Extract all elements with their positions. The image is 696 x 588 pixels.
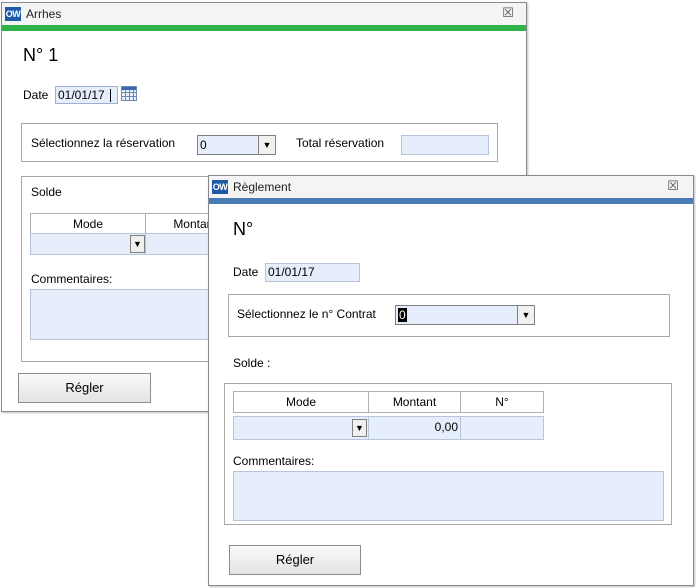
contract-value: 0 (398, 308, 407, 322)
comments-label: Commentaires: (233, 454, 315, 468)
comments-textarea[interactable] (30, 289, 230, 340)
text-caret (110, 89, 111, 102)
column-header-no: N° (460, 391, 544, 413)
chevron-down-icon[interactable]: ▼ (352, 419, 367, 437)
chevron-down-icon[interactable]: ▼ (517, 306, 534, 324)
app-logo-icon: OW (212, 180, 228, 194)
arrhes-titlebar[interactable]: OW Arrhes ☒ (2, 3, 526, 25)
reservation-dropdown[interactable]: 0 ▼ (197, 135, 276, 155)
column-header-montant: Montant (368, 391, 461, 413)
title-accent-bar (209, 198, 693, 204)
solde-label: Solde : (233, 356, 271, 370)
regler-button[interactable]: Régler (18, 373, 151, 403)
comments-label: Commentaires: (31, 272, 113, 286)
close-icon[interactable]: ☒ (500, 5, 516, 21)
total-reservation-field[interactable] (401, 135, 489, 155)
title-accent-bar (2, 25, 526, 31)
select-reservation-label: Sélectionnez la réservation (31, 136, 176, 150)
number-cell[interactable] (460, 416, 544, 440)
date-value: 01/01/17 (58, 88, 105, 102)
record-number: N° 1 (23, 45, 59, 65)
chevron-down-icon[interactable]: ▼ (130, 235, 145, 253)
date-label: Date (23, 88, 49, 102)
close-icon[interactable]: ☒ (665, 178, 681, 194)
column-header-mode: Mode (30, 213, 146, 234)
regler-button[interactable]: Régler (229, 545, 361, 575)
reservation-value: 0 (200, 138, 207, 152)
window-title: Arrhes (26, 7, 62, 21)
montant-value: 0,00 (434, 420, 458, 434)
date-label: Date (233, 265, 259, 279)
window-title: Règlement (233, 180, 292, 194)
montant-cell[interactable]: 0,00 (368, 416, 461, 440)
date-input[interactable]: 01/01/17 (265, 263, 360, 282)
column-header-mode: Mode (233, 391, 369, 413)
contract-dropdown[interactable]: 0 ▼ (395, 305, 535, 325)
chevron-down-icon[interactable]: ▼ (258, 136, 275, 154)
comments-textarea[interactable] (233, 471, 664, 521)
app-logo-icon: OW (5, 7, 21, 21)
select-contract-label: Sélectionnez le n° Contrat (237, 307, 376, 321)
date-input[interactable]: 01/01/17 (55, 86, 118, 104)
mode-dropdown[interactable]: ▼ (30, 233, 146, 255)
total-reservation-label: Total réservation (296, 136, 385, 150)
mode-dropdown[interactable]: ▼ (233, 416, 369, 440)
record-number: N° (233, 219, 254, 239)
calendar-icon[interactable] (121, 86, 137, 101)
reglement-titlebar[interactable]: OW Règlement ☒ (209, 176, 693, 198)
reglement-window: OW Règlement ☒ N° Date 01/01/17 Sélectio… (208, 175, 694, 586)
solde-label: Solde (31, 185, 62, 199)
date-value: 01/01/17 (268, 265, 315, 279)
